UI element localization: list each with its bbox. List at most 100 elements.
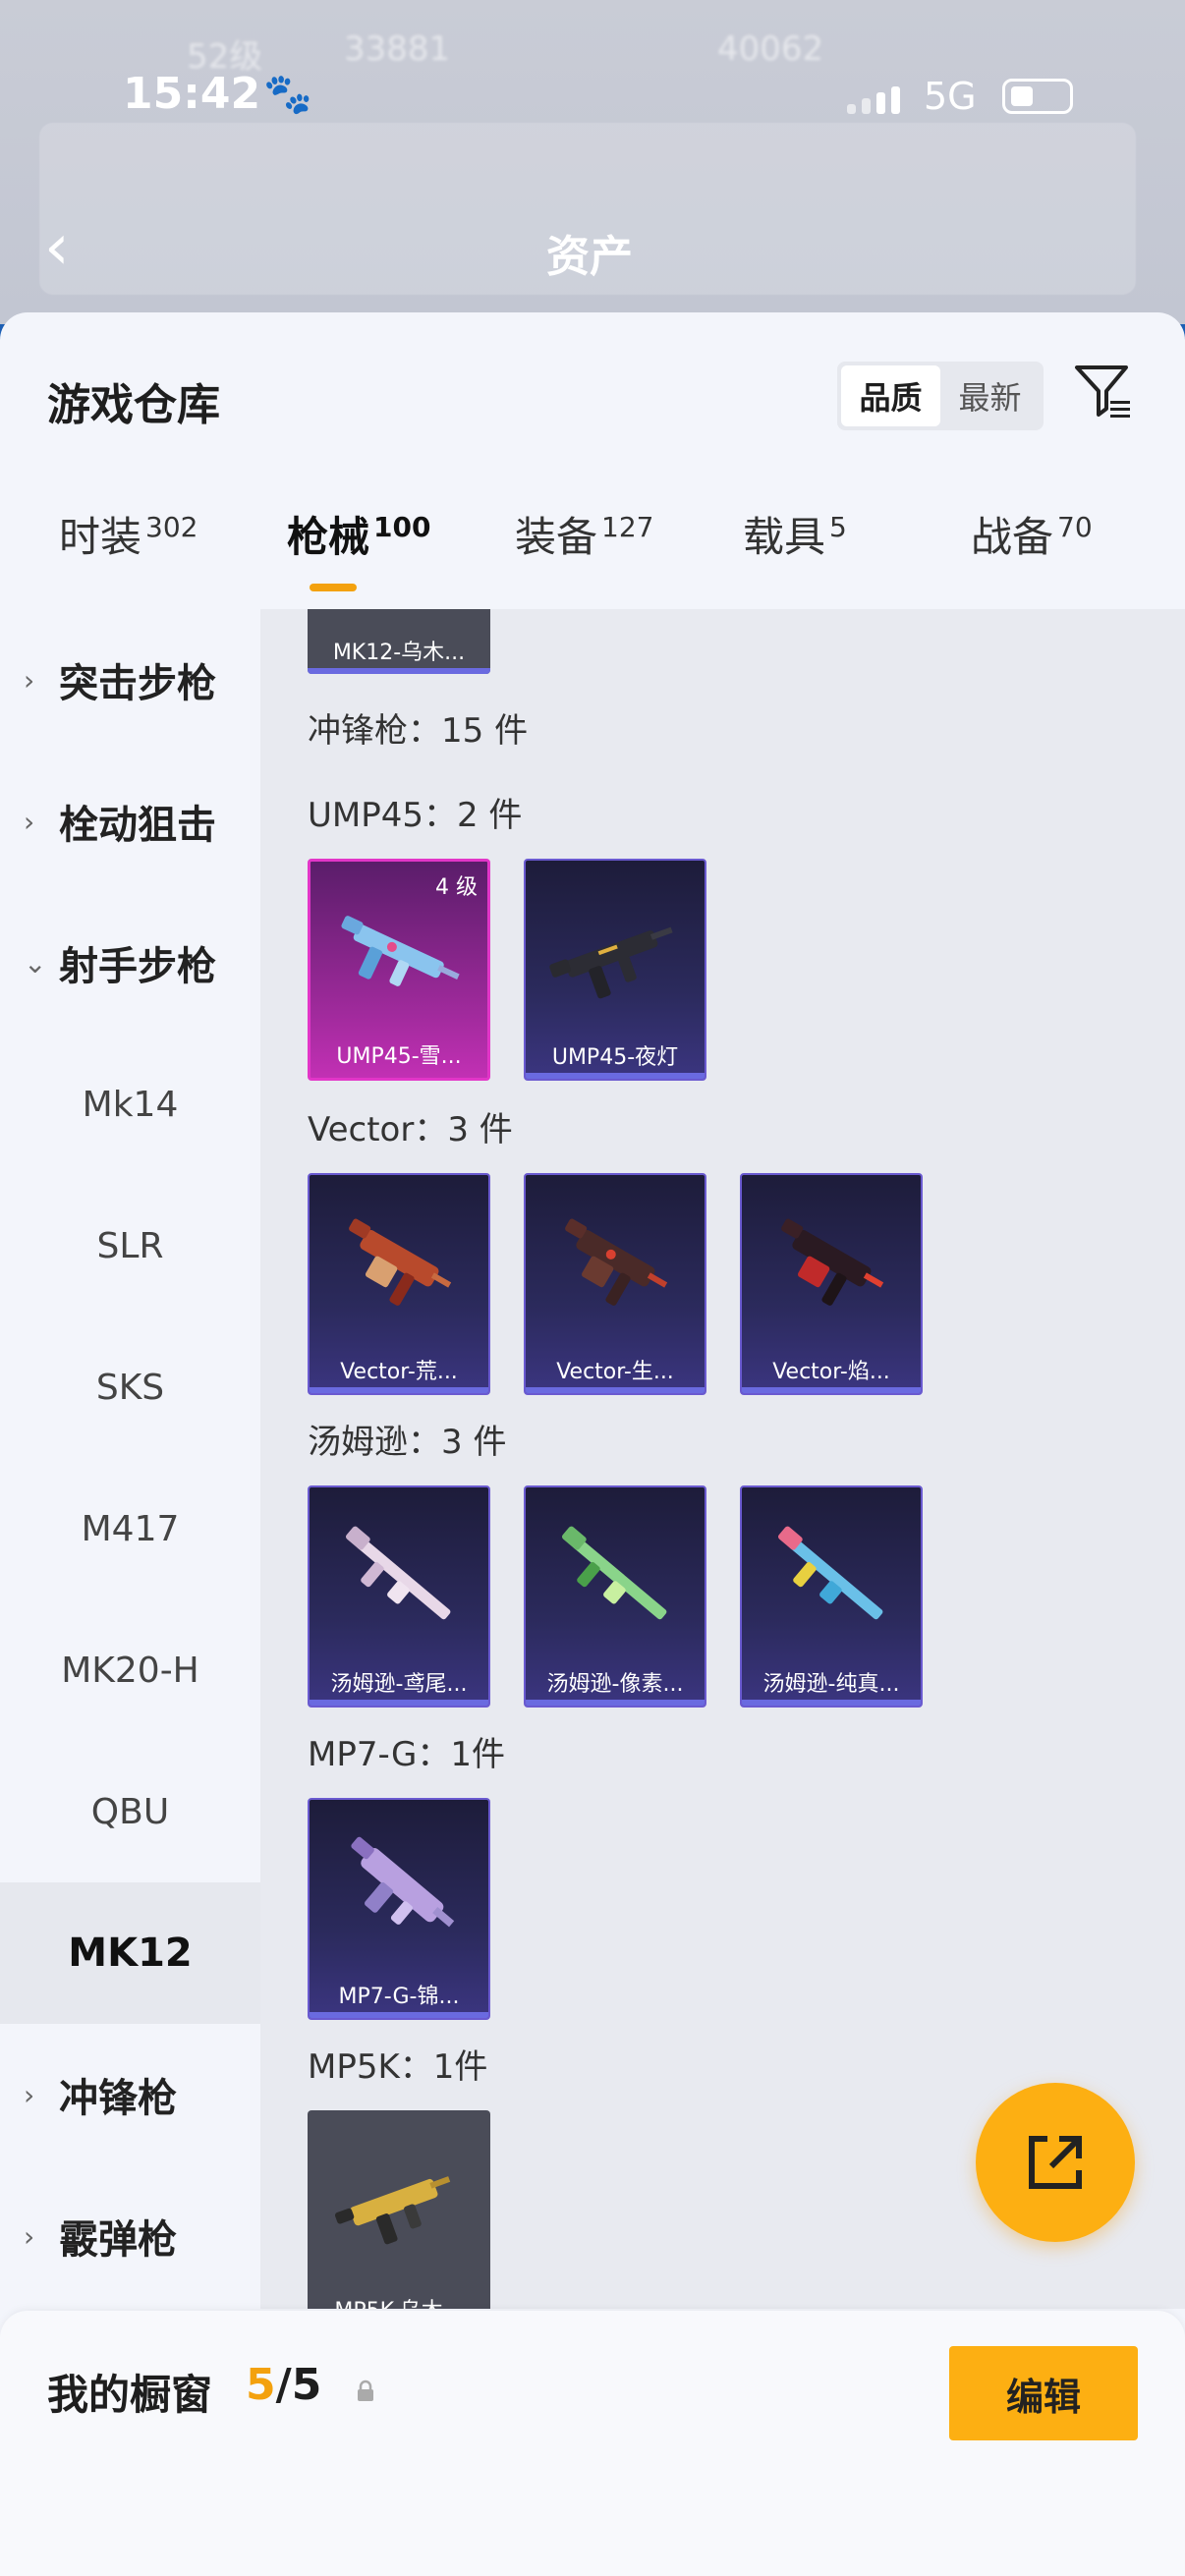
tab-count: 100 [373,511,431,543]
weapon-card-label: Vector-荒... [340,1360,458,1384]
section-title: MP7-G：1件 [308,1735,505,1774]
edit-button[interactable]: 编辑 [949,2346,1138,2440]
warehouse-title: 游戏仓库 [47,380,220,430]
chevron-right-icon: › [24,663,35,697]
showcase-bar: 我的橱窗 5/5 编辑 [0,2311,1185,2576]
sidebar-item-marksman-rifle[interactable]: ⌄ 射手步枪 [0,892,260,1034]
card-rarity-bar [310,1700,488,1706]
sidebar-item-sks[interactable]: SKS [0,1316,260,1458]
weapon-card-label: 汤姆逊-鸢尾... [330,1672,468,1697]
sidebar-item-mk12[interactable]: MK12 [0,1882,260,2024]
background-title: 资产 [546,232,633,282]
showcase-count: 5/5 [246,2360,321,2410]
tab-label: 装备 [515,513,598,561]
thompson-gun-icon [562,1526,667,1620]
sidebar: › 突击步枪 › 栓动狙击 ⌄ 射手步枪 Mk14 SLR SKS M417 MK20… [0,609,260,2309]
weapon-card-label: Vector-生... [556,1360,674,1384]
sidebar-item-label: 射手步枪 [59,944,216,989]
background-header: 52级 33881 40062 15:42 🐾 5G ‹ 资产 [0,0,1185,324]
mp5k-gun-icon [334,2176,451,2245]
weapon-grid: MK12-乌木... 冲锋枪：15 件 UMP45：2 件 4 级 UMP45-… [260,609,1185,2309]
section-title: 汤姆逊：3 件 [308,1423,507,1462]
card-rarity-bar [742,1700,921,1706]
sidebar-item-shotgun[interactable]: › 霰弹枪 [0,2165,260,2307]
ump45-gun-icon [549,926,673,999]
share-fab[interactable] [976,2083,1135,2242]
tab-fashion[interactable]: 时装 302 [59,504,198,564]
sidebar-item-label: 栓动狙击 [59,803,216,848]
weapon-card[interactable]: Vector-焰... [740,1173,923,1395]
tab-label: 载具 [743,513,826,561]
sidebar-item-mk20h[interactable]: MK20-H [0,1599,260,1741]
ghost-score-2: 40062 [717,29,824,69]
tab-supplies[interactable]: 战备 70 [971,504,1093,564]
mp7-gun-icon [351,1836,455,1928]
card-rarity-bar [526,1700,705,1706]
ghost-score: 33881 [344,29,451,69]
tab-count: 302 [145,511,198,543]
weapon-card[interactable]: MP5K-乌木... [308,2110,490,2309]
tab-label: 时装 [59,513,142,561]
vector-gun-icon [781,1218,884,1306]
section-title: MP5K：1件 [308,2047,488,2087]
tab-firearms[interactable]: 枪械 100 [287,504,430,564]
sidebar-item-smg[interactable]: › 冲锋枪 [0,2024,260,2165]
weapon-card[interactable]: Vector-荒... [308,1173,490,1395]
tab-count: 5 [829,511,847,543]
network-type: 5G [924,75,977,118]
sidebar-item-label: 霰弹枪 [59,2217,177,2263]
weapon-card-label: MK12-乌木... [332,641,466,665]
weapon-card-label: MP5K-乌木... [308,2293,490,2309]
ump45-gun-icon [341,916,460,986]
weapon-card[interactable]: 汤姆逊-纯真... [740,1485,923,1708]
sidebar-item-assault-rifle[interactable]: › 突击步枪 [0,609,260,751]
weapon-card[interactable]: MK12-乌木... [308,609,490,674]
weapon-card[interactable]: Vector-生... [524,1173,706,1395]
sidebar-item-mk14[interactable]: Mk14 [0,1034,260,1175]
weapon-card[interactable]: MP7-G-锦... [308,1798,490,2020]
paw-icon: 🐾 [263,72,312,117]
sidebar-item-label: 突击步枪 [59,661,216,706]
battery-icon [1002,79,1073,114]
back-chevron-icon[interactable]: ‹ [44,216,70,279]
tab-vehicles[interactable]: 载具 5 [743,504,847,564]
weapon-card[interactable]: UMP45-夜灯 [524,859,706,1081]
tab-label: 战备 [971,513,1054,561]
weapon-card[interactable]: 汤姆逊-像素... [524,1485,706,1708]
weapon-card[interactable]: 汤姆逊-鸢尾... [308,1485,490,1708]
chevron-right-icon: › [24,805,35,838]
active-tab-indicator [310,584,357,591]
weapon-card-label: Vector-焰... [772,1360,890,1384]
sidebar-item-m417[interactable]: M417 [0,1458,260,1599]
section-title: UMP45：2 件 [308,796,523,835]
card-rarity-bar [310,1387,488,1393]
sidebar-item-bolt-sniper[interactable]: › 栓动狙击 [0,751,260,892]
showcase-label: 我的橱窗 [47,2371,213,2419]
weapon-card-label: 汤姆逊-纯真... [762,1672,900,1697]
signal-icon [847,86,900,114]
filter-icon[interactable] [1071,360,1136,424]
lock-icon [358,2380,373,2401]
showcase-total: /5 [275,2360,322,2410]
category-tabs: 时装 302 枪械 100 装备 127 载具 5 战备 70 [0,504,1185,612]
sidebar-item-label: 冲锋枪 [59,2076,177,2121]
tab-count: 127 [601,511,654,543]
thompson-gun-icon [778,1526,883,1620]
vector-gun-icon [565,1218,668,1306]
card-rarity-bar [526,1073,705,1079]
card-rarity-bar [526,1387,705,1393]
weapon-card-label: UMP45-雪... [336,1044,462,1069]
weapon-card[interactable]: 4 级 UMP45-雪... [308,859,490,1081]
card-rarity-bar [310,2012,488,2018]
sidebar-item-slr[interactable]: SLR [0,1175,260,1316]
weapon-card-label: UMP45-夜灯 [551,1045,679,1070]
sort-quality-button[interactable]: 品质 [841,365,940,426]
chevron-right-icon: › [24,2219,35,2253]
sort-newest-button[interactable]: 最新 [940,365,1040,426]
sidebar-item-qbu[interactable]: QBU [0,1741,260,1882]
sort-toggle: 品质 最新 [837,362,1044,430]
vector-gun-icon [349,1218,452,1306]
showcase-current: 5 [246,2360,276,2410]
weapon-card-label: MP7-G-锦... [338,1985,460,2009]
tab-equipment[interactable]: 装备 127 [515,504,653,564]
